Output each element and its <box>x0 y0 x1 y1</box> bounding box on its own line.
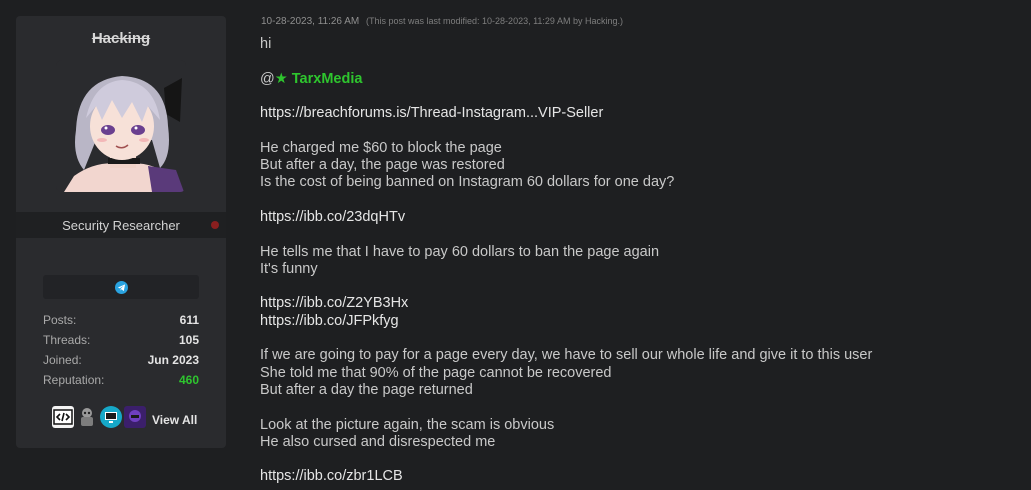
post-line: hi <box>260 36 272 52</box>
post-line: But after a day, the page was restored <box>260 157 505 174</box>
user-title-bar: Security Researcher <box>16 212 226 238</box>
post-link[interactable]: https://ibb.co/Z2YB3Hx <box>260 295 408 311</box>
post-line: He charged me $60 to block the page <box>260 139 502 156</box>
awards-row: View All <box>52 405 197 429</box>
contact-bar <box>43 275 199 299</box>
stat-value: Jun 2023 <box>147 353 199 367</box>
stat-label: Reputation: <box>43 373 105 387</box>
post-line: She told me that 90% of the page cannot … <box>260 364 612 381</box>
view-all-awards-link[interactable]: View All <box>152 413 197 427</box>
telegram-icon[interactable] <box>114 280 128 294</box>
star-icon: ★ <box>274 70 288 87</box>
post-date: 10-28-2023, 11:26 AM <box>261 16 360 27</box>
post-line: Look at the picture again, the scam is o… <box>260 416 555 433</box>
stat-threads: Threads: 105 <box>43 330 199 350</box>
post-line: It's funny <box>260 260 318 277</box>
offline-status-dot <box>211 221 219 229</box>
post-link[interactable]: https://ibb.co/JFPkfyg <box>260 313 399 329</box>
stat-joined: Joined: Jun 2023 <box>43 350 199 370</box>
mention-username[interactable]: TarxMedia <box>292 71 363 87</box>
stat-reputation: Reputation: 460 <box>43 370 199 390</box>
computer-award-icon[interactable] <box>100 406 122 428</box>
post-link[interactable]: https://ibb.co/23dqHTv <box>260 209 405 225</box>
post-link[interactable]: https://ibb.co/zbr1LCB <box>260 468 403 484</box>
mention-at: @ <box>260 70 275 87</box>
stat-value: 611 <box>179 313 199 327</box>
stat-label: Posts: <box>43 313 77 327</box>
post-link[interactable]: https://breachforums.is/Thread-Instagram… <box>260 105 603 121</box>
hacker-award-icon[interactable] <box>124 406 146 428</box>
stat-posts: Posts: 611 <box>43 310 199 330</box>
post-line: He tells me that I have to pay 60 dollar… <box>260 243 660 260</box>
post-line: He also cursed and disrespected me <box>260 433 496 450</box>
stat-value: 105 <box>178 333 199 347</box>
user-title: Security Researcher <box>62 217 180 233</box>
post-body: hi @★ TarxMedia https://breachforums.is/… <box>260 36 1010 486</box>
user-mention[interactable]: @★ TarxMedia <box>260 71 1010 88</box>
post-line: But after a day the page returned <box>260 381 473 398</box>
reputation-value[interactable]: 460 <box>179 370 199 390</box>
user-stats: Posts: 611 Threads: 105 Joined: Jun 2023… <box>43 310 199 390</box>
user-profile-panel: Hacking Security Researcher Posts: 611 T… <box>16 16 226 448</box>
post-line: Is the cost of being banned on Instagram… <box>260 174 675 191</box>
post-line: If we are going to pay for a page every … <box>260 347 873 364</box>
post-meta: 10-28-2023, 11:26 AM (This post was last… <box>261 16 623 27</box>
username-link[interactable]: Hacking <box>16 30 226 47</box>
stat-label: Joined: <box>43 353 82 367</box>
code-award-icon[interactable] <box>52 406 74 428</box>
avatar-image <box>56 60 186 192</box>
robot-award-icon[interactable] <box>76 406 98 428</box>
avatar[interactable] <box>56 60 186 192</box>
stat-label: Threads: <box>43 333 91 347</box>
post-edit-note: (This post was last modified: 10-28-2023… <box>366 16 623 26</box>
